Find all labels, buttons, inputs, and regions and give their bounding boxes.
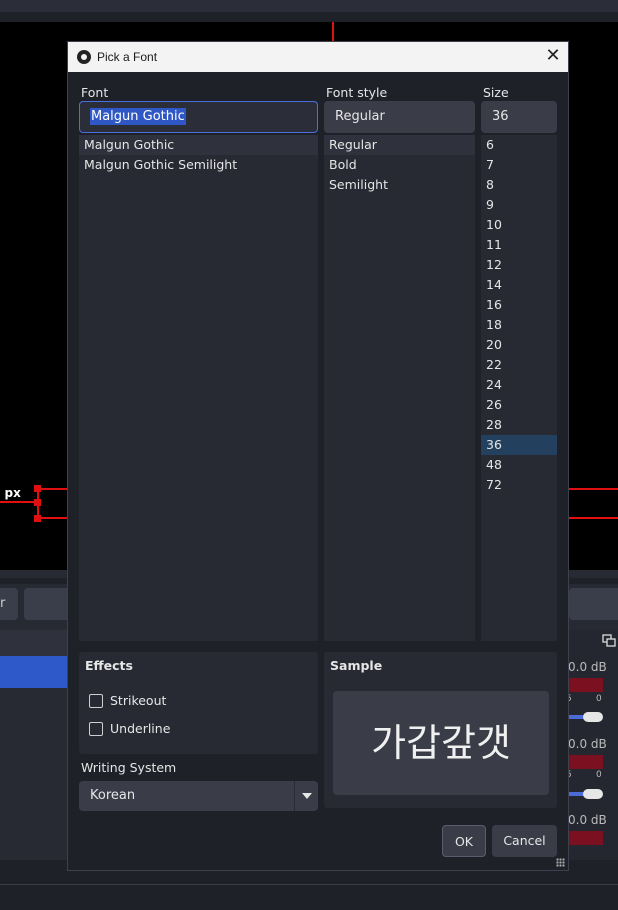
- obs-toolbar-strip: [0, 12, 618, 22]
- ok-button[interactable]: OK: [442, 825, 486, 857]
- font-style-label: Font style: [326, 85, 388, 100]
- font-name-input-value: Malgun Gothic: [90, 108, 186, 125]
- font-list-item[interactable]: Malgun Gothic: [79, 135, 318, 155]
- resize-grip-icon[interactable]: [556, 858, 565, 867]
- guide-line: [568, 517, 618, 519]
- sample-preview: 가갑갚갯: [333, 691, 549, 795]
- font-size-input[interactable]: 36: [481, 101, 557, 133]
- font-size-list-item[interactable]: 26: [481, 395, 557, 415]
- audio-meter: [568, 831, 603, 845]
- writing-system-value: Korean: [90, 788, 136, 803]
- font-style-list-item[interactable]: Semilight: [324, 175, 475, 195]
- selected-scene-item[interactable]: [0, 656, 68, 688]
- dock-button[interactable]: [24, 588, 68, 620]
- obs-logo-icon: [77, 50, 91, 64]
- sample-group: Sample 가갑갚갯: [324, 652, 557, 808]
- volume-slider-knob[interactable]: [583, 712, 603, 722]
- checkbox-box[interactable]: [89, 694, 103, 708]
- undock-icon[interactable]: [602, 634, 616, 648]
- guide-line: [568, 488, 618, 490]
- writing-system-select[interactable]: Korean: [79, 781, 318, 811]
- distance-label: 0 px: [0, 486, 21, 500]
- font-style-input[interactable]: Regular: [324, 101, 475, 133]
- dock-header: [0, 630, 68, 656]
- guide-line: [38, 517, 68, 519]
- dialog-title: Pick a Font: [97, 50, 158, 64]
- font-size-list[interactable]: 6 7 8 9 10 11 12 14 16 18 20 22 24 26 28 36 48 72: [481, 135, 557, 641]
- dock-button[interactable]: [569, 588, 618, 620]
- font-size-list-item[interactable]: 7: [481, 155, 557, 175]
- font-size-list-item[interactable]: 20: [481, 335, 557, 355]
- audio-level-label: 0.0 dB: [568, 813, 607, 827]
- meter-tick: 0: [596, 770, 602, 780]
- dock-button[interactable]: r: [0, 588, 18, 620]
- underline-label: Underline: [110, 721, 171, 736]
- font-list[interactable]: Malgun Gothic Malgun Gothic Semilight: [79, 135, 318, 641]
- resize-handle[interactable]: [34, 485, 41, 492]
- font-size-list-item[interactable]: 10: [481, 215, 557, 235]
- font-size-list-item[interactable]: 24: [481, 375, 557, 395]
- font-size-list-item[interactable]: 18: [481, 315, 557, 335]
- guide-line: [0, 501, 38, 503]
- font-size-list-item[interactable]: 8: [481, 175, 557, 195]
- resize-handle[interactable]: [34, 499, 41, 506]
- audio-level-label: 0.0 dB: [568, 737, 607, 751]
- audio-meter: [568, 678, 603, 692]
- font-size-list-item[interactable]: 28: [481, 415, 557, 435]
- font-size-list-item[interactable]: 48: [481, 455, 557, 475]
- effects-title: Effects: [85, 658, 133, 673]
- font-size-list-item[interactable]: 9: [481, 195, 557, 215]
- obs-menu-bar: [0, 0, 618, 12]
- guide-line: [38, 488, 68, 490]
- font-size-list-item[interactable]: 11: [481, 235, 557, 255]
- pick-font-dialog: Pick a Font ✕ Font Font style Size Malgu…: [67, 41, 569, 871]
- status-divider: [0, 884, 618, 885]
- font-size-list-item[interactable]: 14: [481, 275, 557, 295]
- meter-tick: 0: [596, 694, 602, 704]
- cancel-button[interactable]: Cancel: [492, 825, 557, 857]
- dialog-titlebar[interactable]: Pick a Font ✕: [68, 42, 568, 72]
- font-name-input[interactable]: Malgun Gothic: [79, 101, 318, 133]
- font-size-list-item[interactable]: 72: [481, 475, 557, 495]
- writing-system-label: Writing System: [81, 760, 177, 775]
- chevron-down-icon[interactable]: [294, 781, 318, 811]
- strikeout-label: Strikeout: [110, 693, 167, 708]
- size-label: Size: [483, 85, 509, 100]
- close-icon[interactable]: ✕: [538, 42, 568, 72]
- effects-group: Effects Strikeout Underline: [79, 652, 318, 754]
- audio-meter: [568, 755, 603, 769]
- font-size-list-item[interactable]: 12: [481, 255, 557, 275]
- font-list-item[interactable]: Malgun Gothic Semilight: [79, 155, 318, 175]
- font-style-list-item[interactable]: Regular: [324, 135, 475, 155]
- guide-line: [332, 22, 334, 42]
- font-size-list-item[interactable]: 6: [481, 135, 557, 155]
- font-label: Font: [81, 85, 109, 100]
- sample-title: Sample: [330, 658, 383, 673]
- font-size-list-item[interactable]: 16: [481, 295, 557, 315]
- font-style-list-item[interactable]: Bold: [324, 155, 475, 175]
- font-style-list[interactable]: Regular Bold Semilight: [324, 135, 475, 641]
- font-size-list-item[interactable]: 22: [481, 355, 557, 375]
- audio-level-label: 0.0 dB: [568, 660, 607, 674]
- font-size-list-item[interactable]: 36: [481, 435, 557, 455]
- resize-handle[interactable]: [34, 515, 41, 522]
- volume-slider-knob[interactable]: [583, 789, 603, 799]
- checkbox-box[interactable]: [89, 722, 103, 736]
